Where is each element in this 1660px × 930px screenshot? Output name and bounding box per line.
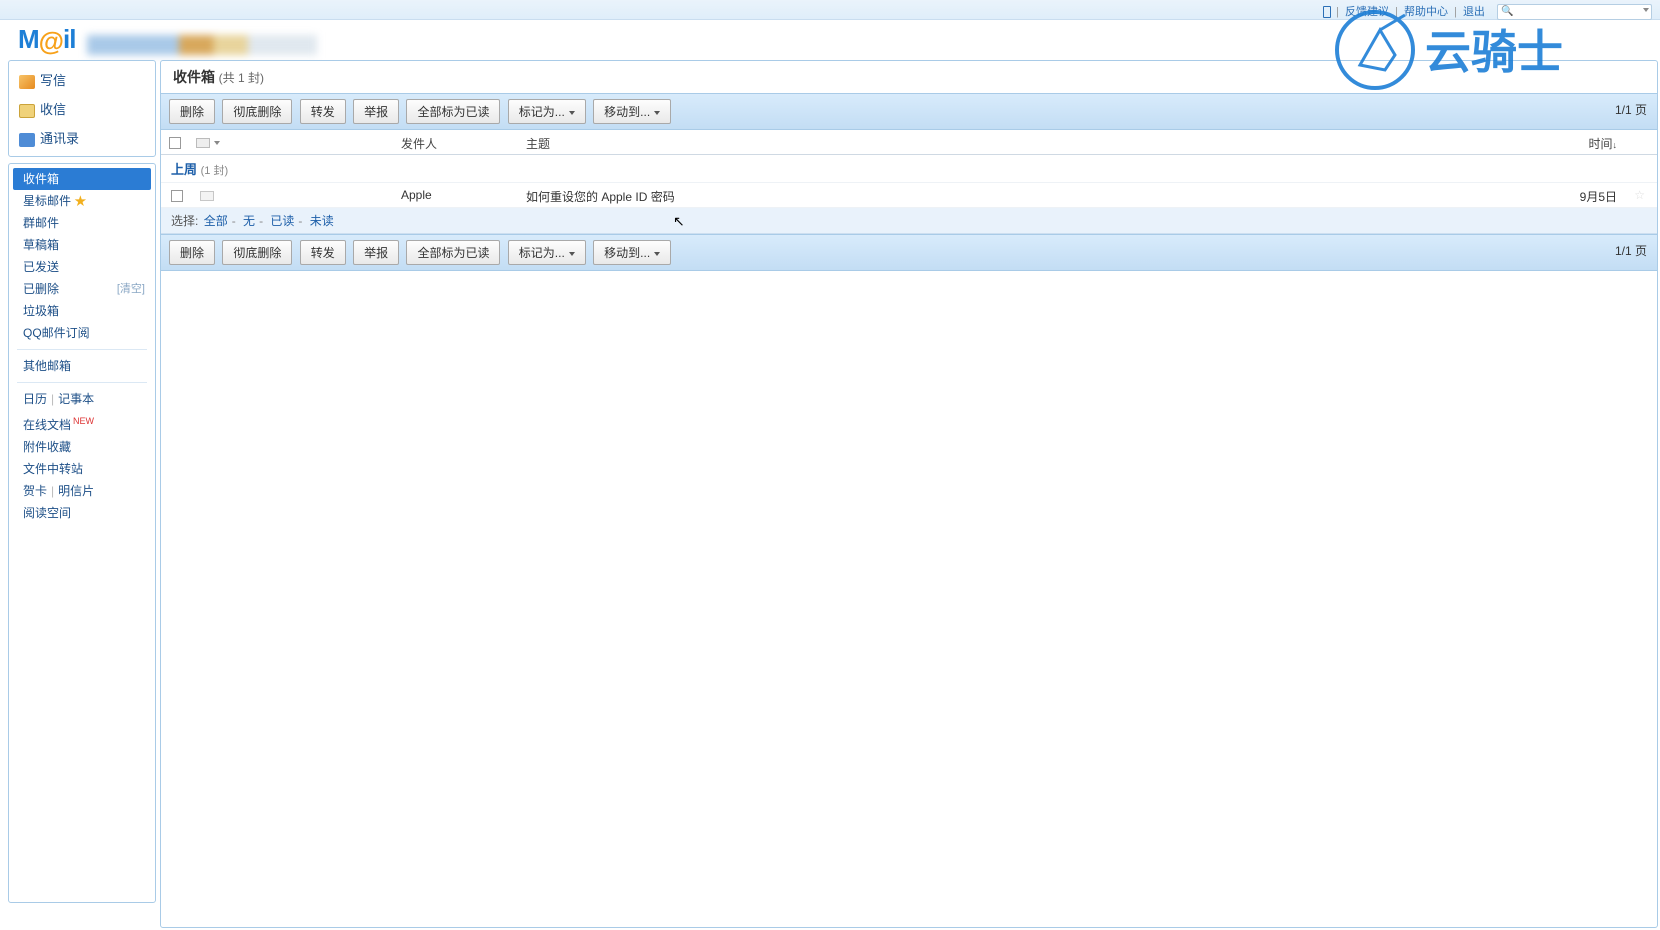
top-right-links: | 反馈建议 | 帮助中心 | 退出 🔍 — [1323, 3, 1652, 20]
markallread-button-2[interactable]: 全部标为已读 — [406, 240, 500, 265]
markas-button[interactable]: 标记为... — [508, 99, 586, 124]
header-time[interactable]: 时间↓ — [1588, 135, 1617, 152]
folder-cal-notes: 日历|记事本 — [9, 388, 155, 410]
folder-drafts[interactable]: 草稿箱 — [9, 234, 155, 256]
search-dropdown-icon[interactable] — [1643, 8, 1649, 12]
deleted-clear-link[interactable]: [清空] — [117, 281, 145, 297]
header-subject[interactable]: 主题 — [526, 135, 550, 152]
chevron-down-icon — [569, 252, 575, 256]
select-none-link[interactable]: 无 — [243, 214, 255, 228]
folder-other[interactable]: 其他邮箱 — [9, 355, 155, 377]
top-bar: | 反馈建议 | 帮助中心 | 退出 🔍 — [0, 0, 1660, 20]
logo: M@il — [18, 20, 75, 58]
contacts-icon — [19, 133, 35, 147]
markallread-button[interactable]: 全部标为已读 — [406, 99, 500, 124]
select-all-link[interactable]: 全部 — [204, 214, 228, 228]
star-icon: ★ — [74, 194, 86, 208]
folder-box: 收件箱 星标邮件 ★ 群邮件 草稿箱 已发送 已删除[清空] 垃圾箱 QQ邮件订… — [8, 163, 156, 903]
postcard-link[interactable]: 明信片 — [58, 484, 94, 498]
calendar-link[interactable]: 日历 — [23, 392, 47, 406]
markas-button-2[interactable]: 标记为... — [508, 240, 586, 265]
feedback-link[interactable]: 反馈建议 — [1345, 6, 1389, 18]
moveto-button[interactable]: 移动到... — [593, 99, 671, 124]
chevron-down-icon — [654, 252, 660, 256]
harddelete-button-2[interactable]: 彻底删除 — [222, 240, 292, 265]
left-column: 写信 收信 通讯录 收件箱 星标邮件 ★ 群邮件 草稿箱 已发送 已删除[清空]… — [8, 60, 156, 909]
folder-qqsub[interactable]: QQ邮件订阅 — [9, 322, 155, 344]
account-blur — [87, 35, 317, 55]
group-header[interactable]: 上周 (1 封) — [161, 155, 1657, 183]
chevron-down-icon — [569, 111, 575, 115]
mail-count: (共 1 封) — [219, 71, 264, 85]
logo-row: M@il — [0, 20, 1660, 60]
action-box: 写信 收信 通讯录 — [8, 60, 156, 157]
mail-read-icon — [200, 191, 214, 201]
main-pane: 收件箱 (共 1 封) 删除 彻底删除 转发 举报 全部标为已读 标记为... … — [160, 60, 1658, 928]
folder-attachments[interactable]: 附件收藏 — [9, 436, 155, 458]
mail-checkbox[interactable] — [171, 190, 183, 202]
select-read-link[interactable]: 已读 — [270, 214, 294, 228]
search-icon: 🔍 — [1501, 6, 1513, 17]
receive-button[interactable]: 收信 — [9, 94, 155, 123]
toolbar-top: 删除 彻底删除 转发 举报 全部标为已读 标记为... 移动到... 1/1 页 — [161, 93, 1657, 130]
folder-group[interactable]: 群邮件 — [9, 212, 155, 234]
notes-link[interactable]: 记事本 — [58, 392, 94, 406]
mail-star-icon[interactable]: ☆ — [1634, 188, 1645, 202]
folder-inbox[interactable]: 收件箱 — [13, 168, 151, 190]
folder-deleted[interactable]: 已删除[清空] — [9, 278, 155, 300]
toolbar-bottom: 删除 彻底删除 转发 举报 全部标为已读 标记为... 移动到... 1/1 页 — [161, 234, 1657, 271]
compose-button[interactable]: 写信 — [9, 65, 155, 94]
contacts-button[interactable]: 通讯录 — [9, 123, 155, 152]
mail-sender: Apple — [401, 188, 432, 202]
forward-button-2[interactable]: 转发 — [300, 240, 346, 265]
page-indicator-top: 1/1 页 — [1615, 101, 1647, 118]
select-unread-link[interactable]: 未读 — [310, 214, 334, 228]
select-row: 选择: 全部- 无- 已读- 未读 — [161, 208, 1657, 234]
folder-starred[interactable]: 星标邮件 ★ — [9, 190, 155, 212]
logout-link[interactable]: 退出 — [1463, 6, 1485, 18]
forward-button[interactable]: 转发 — [300, 99, 346, 124]
help-link[interactable]: 帮助中心 — [1404, 6, 1448, 18]
select-all-checkbox[interactable] — [169, 137, 181, 149]
folder-spam[interactable]: 垃圾箱 — [9, 300, 155, 322]
main-title: 收件箱 (共 1 封) — [161, 61, 1657, 93]
header-sender[interactable]: 发件人 — [401, 135, 437, 152]
receive-icon — [19, 104, 35, 118]
page-indicator-bottom: 1/1 页 — [1615, 242, 1647, 259]
harddelete-button[interactable]: 彻底删除 — [222, 99, 292, 124]
sort-icon[interactable] — [214, 141, 220, 145]
chevron-down-icon — [654, 111, 660, 115]
new-badge: NEW — [73, 416, 94, 426]
folder-sent[interactable]: 已发送 — [9, 256, 155, 278]
report-button-2[interactable]: 举报 — [353, 240, 399, 265]
folder-greeting-postcard: 贺卡|明信片 — [9, 480, 155, 502]
delete-button[interactable]: 删除 — [169, 99, 215, 124]
page-title: 收件箱 — [173, 69, 215, 85]
mobile-icon[interactable] — [1323, 6, 1331, 18]
compose-icon — [19, 75, 35, 89]
search-input[interactable]: 🔍 — [1497, 4, 1652, 20]
mail-row[interactable]: Apple 如何重设您的 Apple ID 密码 9月5日 ☆ — [161, 183, 1657, 208]
greeting-link[interactable]: 贺卡 — [23, 484, 47, 498]
delete-button-2[interactable]: 删除 — [169, 240, 215, 265]
report-button[interactable]: 举报 — [353, 99, 399, 124]
column-header: 发件人 主题 时间↓ — [161, 130, 1657, 155]
folder-filerelay[interactable]: 文件中转站 — [9, 458, 155, 480]
mail-subject: 如何重设您的 Apple ID 密码 — [526, 188, 675, 205]
folder-onlinedoc[interactable]: 在线文档NEW — [9, 410, 155, 436]
moveto-button-2[interactable]: 移动到... — [593, 240, 671, 265]
envelope-icon[interactable] — [196, 138, 210, 148]
folder-reading[interactable]: 阅读空间 — [9, 502, 155, 524]
mail-date: 9月5日 — [1580, 188, 1617, 205]
